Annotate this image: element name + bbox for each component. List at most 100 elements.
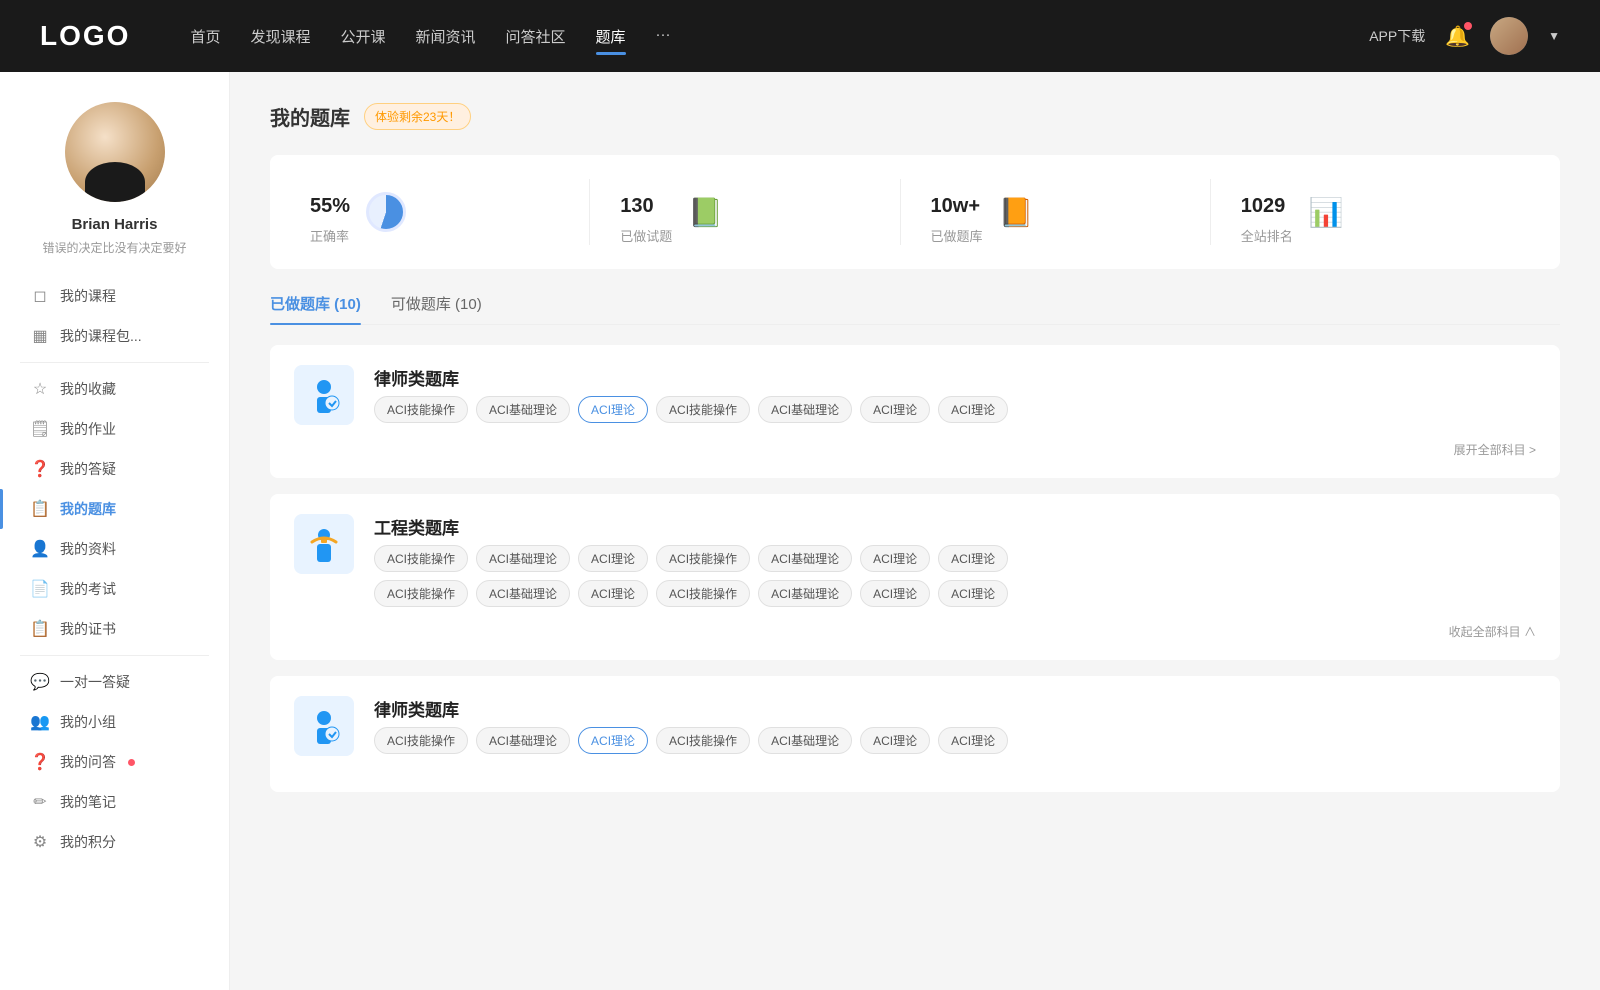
tag-2-1-2[interactable]: ACI理论 — [578, 580, 648, 607]
nav-more[interactable]: ··· — [656, 22, 671, 51]
page-header: 我的题库 体验剩余23天！ — [270, 102, 1560, 131]
done-banks-icon: 📙 — [999, 196, 1034, 229]
nav-discover[interactable]: 发现课程 — [250, 22, 310, 51]
tag-2-0-0[interactable]: ACI技能操作 — [374, 545, 468, 572]
qbank-tags-2-row1: ACI技能操作 ACI基础理论 ACI理论 ACI技能操作 ACI基础理论 AC… — [374, 545, 1536, 572]
tag-1-3[interactable]: ACI技能操作 — [656, 396, 750, 423]
menu-divider-1 — [20, 362, 209, 363]
avatar-image-sidebar — [65, 102, 165, 202]
sidebar-avatar — [65, 102, 165, 202]
exams-icon: 📄 — [30, 579, 50, 599]
app-download-link[interactable]: APP下载 — [1369, 26, 1425, 46]
sidebar-item-points[interactable]: ⚙ 我的积分 — [0, 822, 229, 862]
tag-2-1-3[interactable]: ACI技能操作 — [656, 580, 750, 607]
user-menu-chevron[interactable]: ▼ — [1548, 29, 1560, 43]
tabs-row: 已做题库 (10) 可做题库 (10) — [270, 293, 1560, 325]
lawyer-svg-icon — [302, 373, 346, 417]
tag-1-1[interactable]: ACI基础理论 — [476, 396, 570, 423]
tag-2-0-5[interactable]: ACI理论 — [860, 545, 930, 572]
qbank-tags-1: ACI技能操作 ACI基础理论 ACI理论 ACI技能操作 ACI基础理论 AC… — [374, 396, 1008, 423]
tab-done-banks[interactable]: 已做题库 (10) — [270, 293, 361, 324]
tag-2-1-0[interactable]: ACI技能操作 — [374, 580, 468, 607]
qbank-card-lawyer-1: 律师类题库 ACI技能操作 ACI基础理论 ACI理论 ACI技能操作 ACI基… — [270, 345, 1560, 478]
nav-open-course[interactable]: 公开课 — [340, 22, 385, 51]
sidebar-item-my-qa[interactable]: ❓ 我的问答 — [0, 742, 229, 782]
tag-2-0-2[interactable]: ACI理论 — [578, 545, 648, 572]
page-layout: Brian Harris 错误的决定比没有决定要好 ◻ 我的课程 ▦ 我的课程包… — [0, 72, 1600, 990]
nav-qbank[interactable]: 题库 — [596, 22, 626, 51]
sidebar-item-course-packages[interactable]: ▦ 我的课程包... — [0, 316, 229, 356]
sidebar-item-one-on-one[interactable]: 💬 一对一答疑 — [0, 662, 229, 702]
sidebar-item-notes[interactable]: ✏ 我的笔记 — [0, 782, 229, 822]
sidebar-item-certificates[interactable]: 📋 我的证书 — [0, 609, 229, 649]
tag-3-3[interactable]: ACI技能操作 — [656, 727, 750, 754]
tag-1-5[interactable]: ACI理论 — [860, 396, 930, 423]
accuracy-value: 55% — [310, 179, 350, 222]
answers-icon: ❓ — [30, 459, 50, 479]
done-questions-label: 已做试题 — [620, 226, 672, 245]
sidebar-item-groups[interactable]: 👥 我的小组 — [0, 702, 229, 742]
tag-1-4[interactable]: ACI基础理论 — [758, 396, 852, 423]
qbank-card-engineer: 工程类题库 ACI技能操作 ACI基础理论 ACI理论 ACI技能操作 ACI基… — [270, 494, 1560, 660]
sidebar-item-materials[interactable]: 👤 我的资料 — [0, 529, 229, 569]
sidebar-item-exams[interactable]: 📄 我的考试 — [0, 569, 229, 609]
tag-3-2[interactable]: ACI理论 — [578, 727, 648, 754]
tag-1-6[interactable]: ACI理论 — [938, 396, 1008, 423]
tag-1-0[interactable]: ACI技能操作 — [374, 396, 468, 423]
navbar: LOGO 首页 发现课程 公开课 新闻资讯 问答社区 题库 ··· APP下载 … — [0, 0, 1600, 72]
tag-2-0-3[interactable]: ACI技能操作 — [656, 545, 750, 572]
tag-3-1[interactable]: ACI基础理论 — [476, 727, 570, 754]
tag-2-1-6[interactable]: ACI理论 — [938, 580, 1008, 607]
qbank-title-1: 律师类题库 — [374, 365, 1008, 390]
expand-link-1[interactable]: 展开全部科目 > — [294, 441, 1536, 458]
tag-2-0-6[interactable]: ACI理论 — [938, 545, 1008, 572]
qbank-title-2: 工程类题库 — [374, 514, 1536, 539]
tag-3-4[interactable]: ACI基础理论 — [758, 727, 852, 754]
qa-notification-dot — [128, 759, 135, 766]
qbank-title-3: 律师类题库 — [374, 696, 1008, 721]
homework-icon: 🗒 — [30, 419, 50, 439]
tab-available-banks[interactable]: 可做题库 (10) — [391, 293, 482, 324]
tag-2-1-1[interactable]: ACI基础理论 — [476, 580, 570, 607]
stat-done-banks: 10w+ 已做题库 📙 — [901, 179, 1211, 245]
sidebar-item-answers[interactable]: ❓ 我的答疑 — [0, 449, 229, 489]
sidebar-item-qbank[interactable]: 📋 我的题库 — [0, 489, 229, 529]
tag-3-5[interactable]: ACI理论 — [860, 727, 930, 754]
tag-3-0[interactable]: ACI技能操作 — [374, 727, 468, 754]
sidebar-item-favorites[interactable]: ☆ 我的收藏 — [0, 369, 229, 409]
notification-dot — [1464, 22, 1472, 30]
tag-2-1-4[interactable]: ACI基础理论 — [758, 580, 852, 607]
done-questions-icon: 📗 — [688, 196, 723, 229]
collapse-link-2[interactable]: 收起全部科目 ∧ — [294, 623, 1536, 640]
tag-2-0-1[interactable]: ACI基础理论 — [476, 545, 570, 572]
star-icon: ☆ — [30, 379, 50, 399]
notification-icon[interactable]: 🔔 — [1445, 24, 1470, 49]
sidebar-item-homework[interactable]: 🗒 我的作业 — [0, 409, 229, 449]
stat-accuracy-numbers: 55% 正确率 — [310, 179, 350, 245]
tag-1-2[interactable]: ACI理论 — [578, 396, 648, 423]
packages-icon: ▦ — [30, 326, 50, 346]
navbar-right: APP下载 🔔 ▼ — [1369, 17, 1560, 55]
qbank-tags-2-row2: ACI技能操作 ACI基础理论 ACI理论 ACI技能操作 ACI基础理论 AC… — [374, 580, 1536, 607]
nav-qa[interactable]: 问答社区 — [506, 22, 566, 51]
stat-done-questions: 130 已做试题 📗 — [590, 179, 900, 245]
qbank-header-2: 工程类题库 ACI技能操作 ACI基础理论 ACI理论 ACI技能操作 ACI基… — [294, 514, 1536, 607]
nav-menu: 首页 发现课程 公开课 新闻资讯 问答社区 题库 ··· — [190, 22, 1329, 51]
sidebar-item-my-courses[interactable]: ◻ 我的课程 — [0, 276, 229, 316]
qbank-header-1: 律师类题库 ACI技能操作 ACI基础理论 ACI理论 ACI技能操作 ACI基… — [294, 365, 1536, 425]
tag-2-1-5[interactable]: ACI理论 — [860, 580, 930, 607]
stat-accuracy: 55% 正确率 — [310, 179, 590, 245]
nav-news[interactable]: 新闻资讯 — [416, 22, 476, 51]
courses-icon: ◻ — [30, 286, 50, 306]
nav-home[interactable]: 首页 — [190, 22, 220, 51]
rank-label: 全站排名 — [1241, 226, 1293, 245]
avatar-image — [1490, 17, 1528, 55]
qbank-info-2: 工程类题库 ACI技能操作 ACI基础理论 ACI理论 ACI技能操作 ACI基… — [374, 514, 1536, 607]
rank-value: 1029 — [1241, 179, 1293, 222]
accuracy-pie-chart — [366, 192, 406, 232]
tag-2-0-4[interactable]: ACI基础理论 — [758, 545, 852, 572]
user-avatar-nav[interactable] — [1490, 17, 1528, 55]
cert-icon: 📋 — [30, 619, 50, 639]
tag-3-6[interactable]: ACI理论 — [938, 727, 1008, 754]
page-title: 我的题库 — [270, 102, 350, 131]
